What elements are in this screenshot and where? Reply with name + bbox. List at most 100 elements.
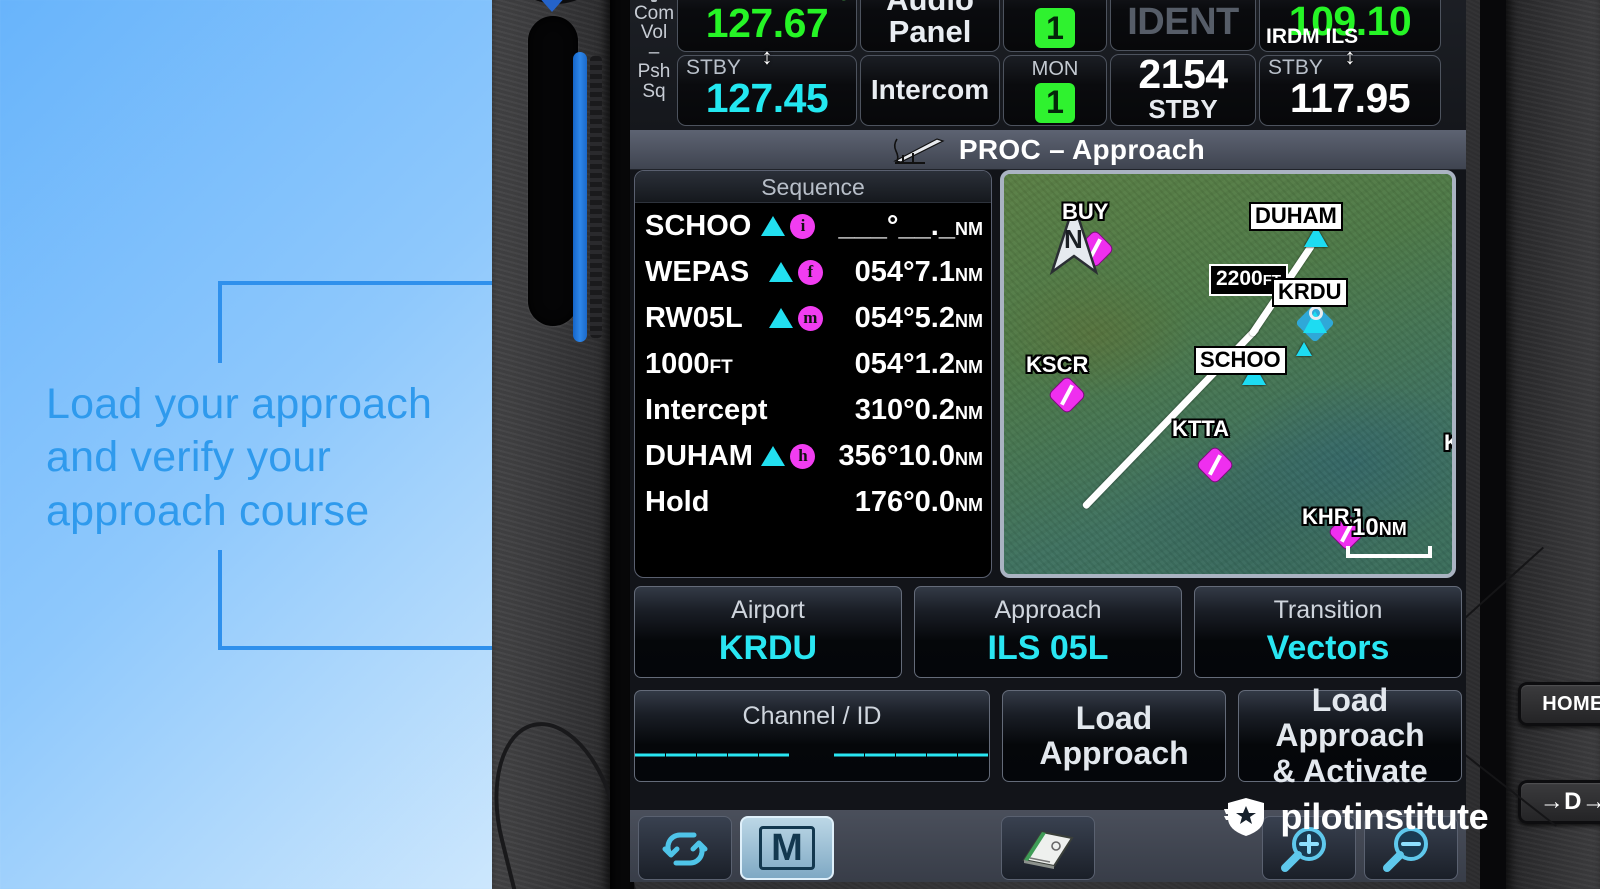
airport-kscr-icon: [1048, 376, 1086, 414]
vol-label-4: Sq: [642, 80, 666, 102]
volume-knob-slot[interactable]: [528, 16, 602, 342]
mic-label: MIC: [1037, 0, 1074, 6]
charts-button[interactable]: [1001, 816, 1095, 880]
north-letter: N: [1064, 224, 1083, 254]
table-row[interactable]: DUHAM h 356° 10.0NM: [635, 433, 991, 479]
refresh-swap-icon: [662, 832, 708, 866]
sequence-waypoint-name: 1000FT: [645, 347, 733, 380]
table-row[interactable]: Hold 176° 0.0NM: [635, 479, 991, 525]
vol-label-2: –: [648, 41, 660, 63]
direct-to-button[interactable]: →D→: [1518, 780, 1600, 824]
unit-nm: NM: [954, 218, 983, 239]
map-scale-label: 10NM: [1352, 514, 1407, 542]
waypoint-triangle-icon: [761, 446, 786, 466]
approach-glideslope-icon: [893, 137, 945, 164]
mic-button[interactable]: MIC 1: [1003, 0, 1107, 52]
sequence-waypoint-name: Intercept: [645, 393, 768, 426]
nav-standby-button[interactable]: ↕ STBY 117.95: [1259, 44, 1441, 126]
sequence-distance: 1.2NM: [914, 347, 983, 380]
approach-preview-map[interactable]: N 2200FT DUHAM KRDU SCHOO BUY KSCR KTTA …: [1000, 170, 1456, 578]
com-swap-icon[interactable]: ↕: [762, 44, 773, 70]
airport-caption: Airport: [731, 596, 805, 624]
map-mode-button[interactable]: M: [740, 816, 834, 880]
xpdr-group: XPDR IDENT 2154 STBY: [1110, 0, 1256, 126]
home-button-label: HOME: [1542, 692, 1600, 715]
sequence-waypoint-name: DUHAM: [645, 439, 753, 472]
map-scale-unit: NM: [1378, 519, 1407, 539]
sequence-waypoint-name: WEPAS: [645, 255, 750, 288]
sequence-bearing: 054°: [854, 347, 915, 380]
com-standby-label: STBY: [686, 55, 741, 79]
approach-select-button[interactable]: Approach ILS 05L: [914, 586, 1182, 678]
map-m-icon: M: [759, 826, 815, 870]
load-activate-label: Load Approach & Activate: [1272, 682, 1428, 789]
com-active-frequency: 127.67: [705, 0, 829, 47]
mon-button[interactable]: MON 1: [1003, 54, 1107, 126]
map-label-schoo: SCHOO: [1194, 346, 1287, 375]
airport-krdu-icon: [1295, 303, 1335, 343]
com-standby-frequency: 127.45: [705, 74, 829, 121]
table-row[interactable]: 1000FT 054° 1.2NM: [635, 341, 991, 387]
page-title-bar: PROC – Approach: [630, 130, 1466, 170]
waypoint-wepas-icon: [1296, 342, 1312, 356]
map-label-krdu: KRDU: [1272, 278, 1348, 307]
table-row[interactable]: WEPAS f 054° 7.1NM: [635, 249, 991, 295]
callout-upper-vertical: [218, 283, 222, 363]
unit-nm: NM: [954, 356, 983, 377]
mic-value: 1: [1035, 8, 1075, 49]
channel-value: —————: [635, 736, 790, 770]
table-row[interactable]: Intercept 310° 0.2NM: [635, 387, 991, 433]
table-row[interactable]: SCHOO i ___° __._NM: [635, 203, 991, 249]
load-approach-activate-button[interactable]: Load Approach & Activate: [1238, 683, 1462, 788]
bezel-right-shadow: [1480, 0, 1506, 889]
waypoint-triangle-icon: [761, 216, 786, 236]
approach-page-content: Sequence SCHOO i ___° __._NM WEPAS f 054…: [630, 170, 1466, 882]
sequence-bearing: ___°: [838, 209, 899, 242]
nav-swap-icon[interactable]: ↕: [1345, 44, 1356, 70]
sequence-bearing: 054°: [854, 301, 915, 334]
sequence-marker-icon: f: [797, 259, 823, 285]
vol-label-0: Com: [633, 3, 675, 24]
annotation-line-1: Load your approach: [46, 380, 433, 428]
xpdr-mode: STBY: [1148, 94, 1218, 124]
sequence-waypoint-name: Hold: [645, 485, 710, 518]
transition-select-button[interactable]: Transition Vectors: [1194, 586, 1462, 678]
map-label-kscr: KSCR: [1026, 352, 1089, 377]
sequence-icons: h: [761, 443, 819, 469]
home-button[interactable]: HOME: [1518, 682, 1600, 726]
sequence-marker-icon: i: [790, 213, 816, 239]
altitude-value: 2200: [1216, 267, 1263, 290]
volume-knob-blue-indicator: [573, 52, 587, 342]
bezel-right-rail: HOME →D→: [1446, 0, 1600, 889]
channel-id-button[interactable]: Channel / ID ————— —————: [634, 690, 990, 782]
map-label-duham: DUHAM: [1249, 202, 1343, 231]
mon-value: 1: [1035, 82, 1075, 123]
sequence-bearing: 356°: [838, 439, 899, 472]
mon-label: MON: [1031, 57, 1079, 80]
audio-panel-button[interactable]: Audio Panel: [860, 0, 1000, 52]
load-approach-button[interactable]: Load Approach: [1002, 690, 1226, 782]
refresh-swap-button[interactable]: [638, 816, 732, 880]
radio-status-bar: Com Vol – Psh Sq COM SQ 127.67 ↕ STBY 12…: [630, 0, 1466, 130]
airport-ktta-icon: [1196, 446, 1234, 484]
unit-nm: NM: [955, 402, 983, 423]
page-title: PROC – Approach: [958, 133, 1206, 165]
annotation-text: Load your approach and verify your appro…: [46, 378, 506, 538]
knob-pointer-triangle-icon: [522, 0, 582, 12]
table-row[interactable]: RW05L m 054° 5.2NM: [635, 295, 991, 341]
bezel-left-rail: [474, 0, 642, 889]
com-volume-knob-labels[interactable]: Com Vol – Psh Sq: [634, 0, 674, 126]
xpdr-ident-label: IDENT: [1127, 1, 1239, 44]
intercom-label: Intercom: [870, 73, 990, 105]
unit-nm: NM: [954, 310, 983, 331]
vol-label-3: Psh: [637, 61, 671, 83]
xpdr-ident-button[interactable]: XPDR IDENT: [1110, 0, 1256, 52]
map-scale-value: 10: [1352, 514, 1379, 541]
xpdr-code-button[interactable]: 2154 STBY: [1110, 54, 1256, 126]
intercom-button[interactable]: Intercom: [860, 54, 1000, 126]
unit-nm: NM: [954, 448, 983, 469]
audio-panel-label-2: Panel: [888, 13, 972, 49]
com-standby-button[interactable]: ↕ STBY 127.45: [677, 44, 857, 126]
airport-select-button[interactable]: Airport KRDU: [634, 586, 902, 678]
nav-standby-frequency: 117.95: [1289, 74, 1411, 121]
